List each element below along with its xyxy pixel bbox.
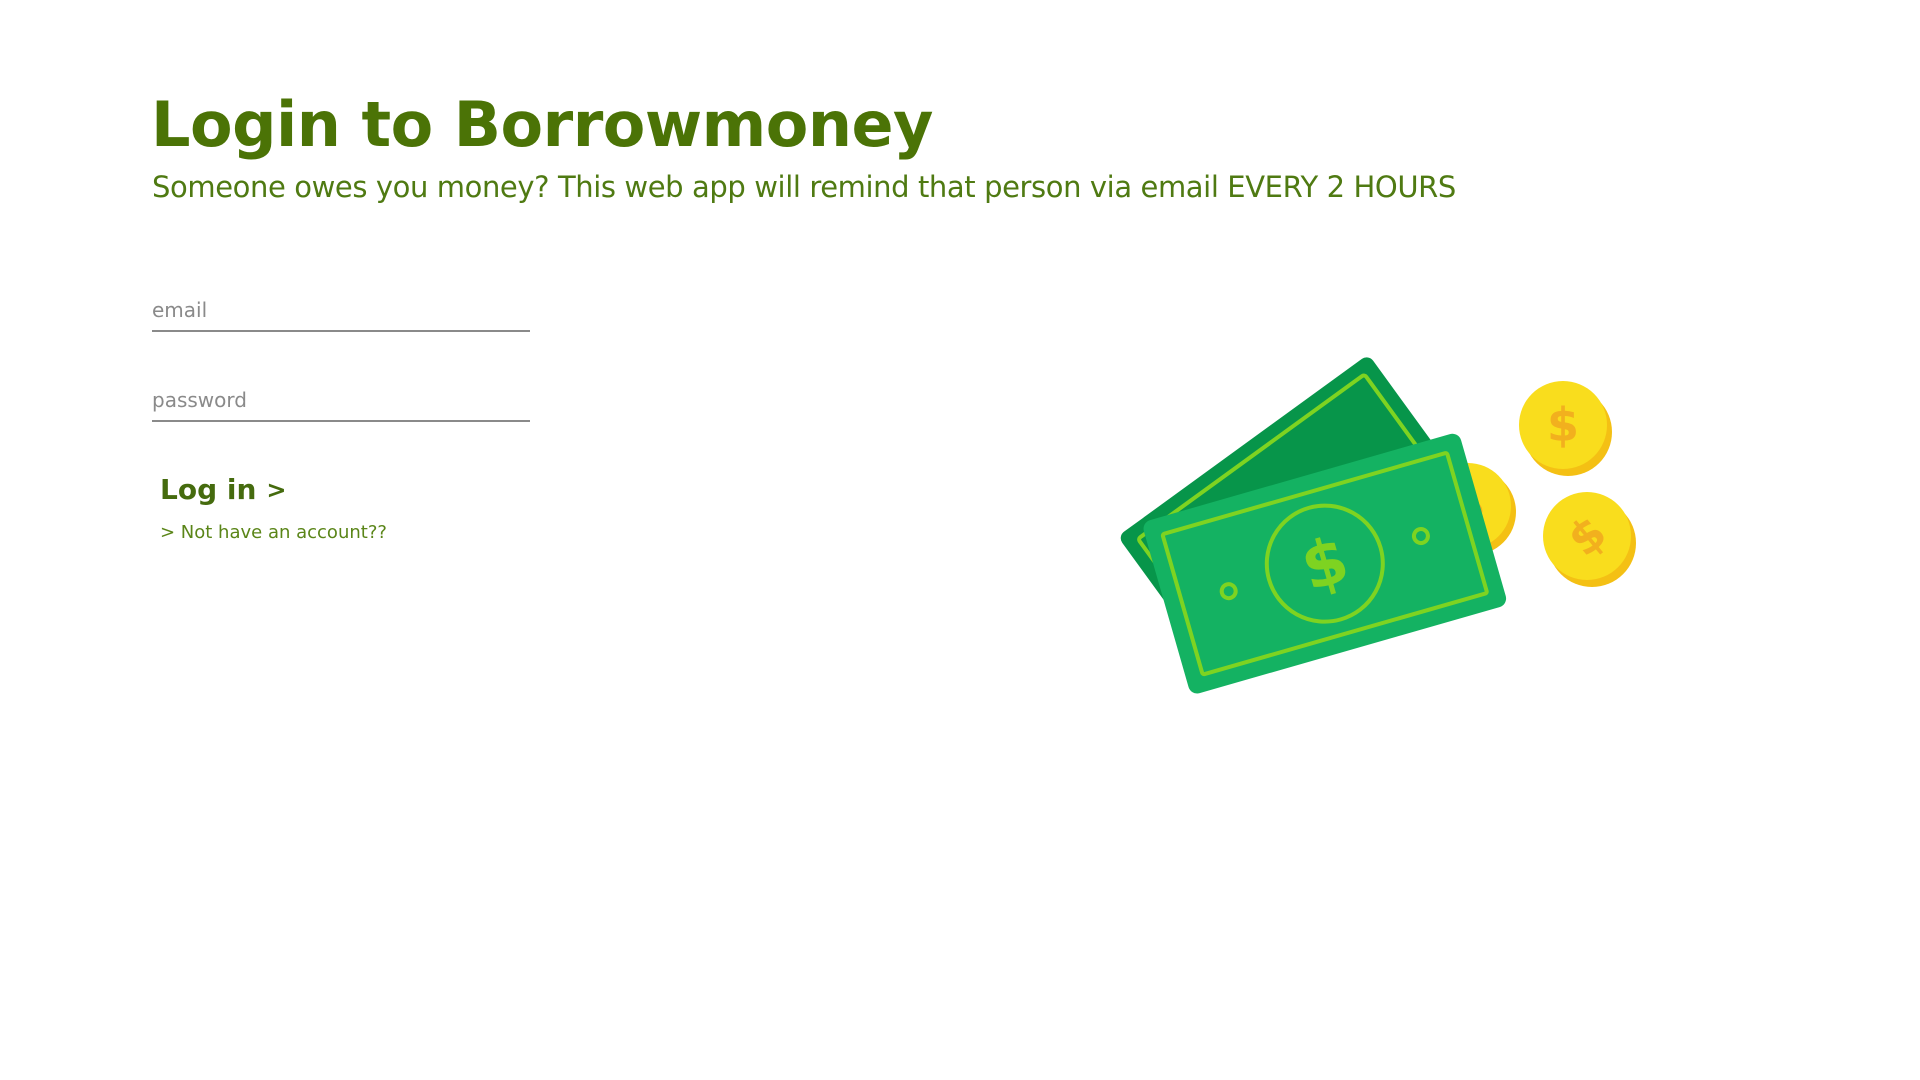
coin-icon: $ bbox=[1519, 381, 1612, 476]
email-field[interactable] bbox=[152, 290, 530, 332]
chevron-right-icon: > bbox=[266, 475, 287, 504]
signup-link[interactable]: > Not have an account?? bbox=[160, 522, 387, 543]
coin-icon: $ bbox=[1543, 492, 1636, 587]
login-button-label: Log in bbox=[160, 473, 257, 506]
svg-text:$: $ bbox=[1547, 398, 1579, 452]
login-page: Login to Borrowmoney Someone owes you mo… bbox=[0, 0, 1920, 1080]
money-bills-and-coins-icon: $ $ $ $ bbox=[1120, 357, 1636, 694]
page-subtitle: Someone owes you money? This web app wil… bbox=[152, 170, 1456, 204]
page-title: Login to Borrowmoney bbox=[151, 88, 933, 161]
front-bill-icon: $ bbox=[1143, 433, 1507, 694]
login-button[interactable]: Log in > bbox=[160, 473, 287, 506]
password-field[interactable] bbox=[152, 380, 530, 422]
